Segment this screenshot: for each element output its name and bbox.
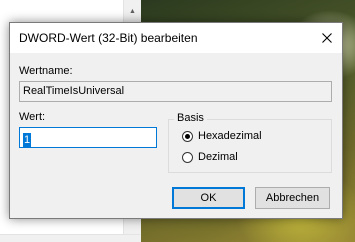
screen: ▲ DWORD-Wert (32-Bit) bearbeiten Wertnam…	[0, 0, 355, 242]
close-button[interactable]	[312, 23, 342, 53]
cancel-button[interactable]: Abbrechen	[255, 187, 330, 209]
base-groupbox	[168, 119, 332, 173]
ok-button[interactable]: OK	[172, 187, 245, 209]
radio-decimal-indicator[interactable]	[182, 151, 193, 163]
radio-decimal[interactable]: Dezimal	[182, 150, 238, 164]
value-data-label: Wert:	[19, 111, 46, 123]
value-name-label: Wertname:	[19, 65, 73, 77]
dialog-title: DWORD-Wert (32-Bit) bearbeiten	[19, 31, 198, 45]
dialog-titlebar: DWORD-Wert (32-Bit) bearbeiten	[10, 23, 342, 53]
base-group-label: Basis	[174, 112, 207, 124]
dword-edit-dialog: DWORD-Wert (32-Bit) bearbeiten Wertname:…	[9, 22, 343, 219]
value-data-input[interactable]: 1	[19, 127, 157, 148]
radio-decimal-label[interactable]: Dezimal	[198, 151, 238, 163]
value-name-field: RealTimeIsUniversal	[19, 81, 332, 102]
radio-hexadecimal-label[interactable]: Hexadezimal	[198, 130, 262, 142]
value-data-text: 1	[23, 133, 32, 147]
registry-statusbar	[0, 234, 140, 242]
close-icon	[322, 33, 332, 43]
scroll-up-arrow-icon[interactable]: ▲	[124, 6, 141, 18]
radio-hexadecimal-indicator[interactable]	[182, 130, 193, 142]
radio-hexadecimal[interactable]: Hexadezimal	[182, 129, 262, 143]
